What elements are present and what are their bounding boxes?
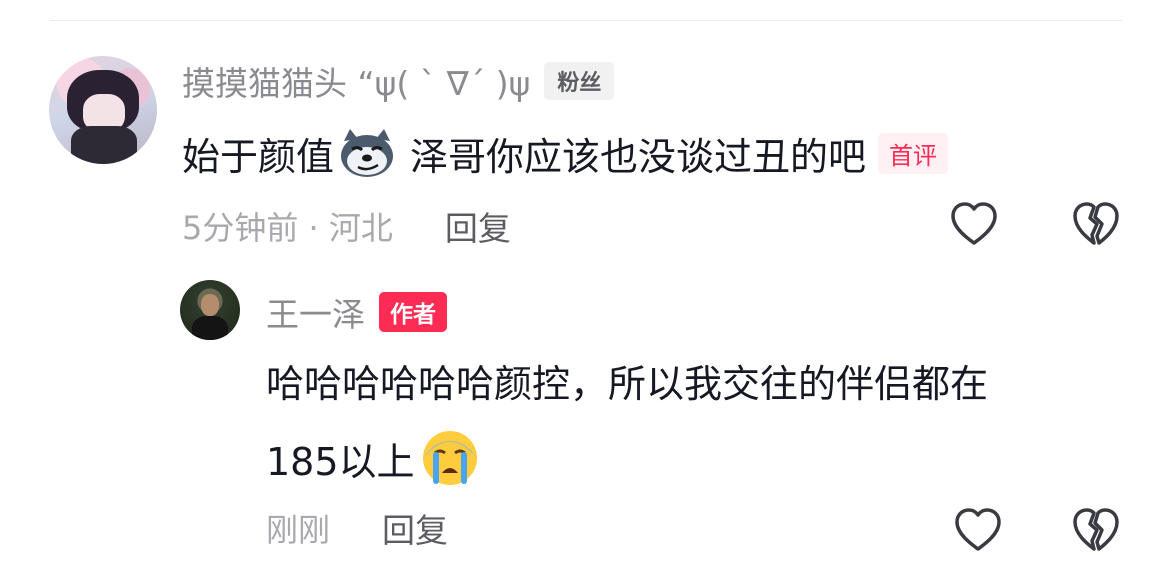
comment-text-part1: 始于颜值 bbox=[182, 134, 335, 179]
reply-header: 王一泽 作者 bbox=[266, 289, 447, 335]
author-badge: 作者 bbox=[379, 292, 447, 332]
reply-text-line2: 185以上 bbox=[266, 439, 415, 484]
top-divider bbox=[50, 20, 1122, 21]
broken-heart-icon[interactable] bbox=[1070, 200, 1122, 248]
dog-smirk-emoji-icon bbox=[341, 129, 394, 177]
loudly-crying-emoji-icon bbox=[422, 431, 477, 485]
avatar[interactable] bbox=[49, 56, 157, 164]
reply-avatar-face bbox=[201, 294, 219, 316]
time-location: 5分钟前 · 河北 bbox=[182, 209, 393, 247]
reply-avatar-shirt bbox=[192, 316, 228, 340]
reply-username[interactable]: 王一泽 bbox=[266, 288, 365, 336]
reply-reply-button[interactable]: 回复 bbox=[382, 504, 448, 552]
reply-meta: 刚刚 回复 bbox=[266, 504, 448, 552]
broken-heart-icon[interactable] bbox=[1070, 506, 1122, 554]
comment-meta: 5分钟前 · 河北 回复 bbox=[182, 202, 511, 250]
comment-header: 摸摸猫猫头 “ψ( ˋ ∇ˊ )ψ 粉丝 bbox=[182, 57, 615, 105]
heart-outline-icon[interactable] bbox=[948, 200, 1000, 248]
reply-text-line2-row: 185以上 bbox=[266, 428, 479, 488]
first-comment-badge: 首评 bbox=[878, 132, 949, 174]
heart-outline-icon[interactable] bbox=[952, 506, 1004, 554]
reply-text-line1: 哈哈哈哈哈哈颜控，所以我交往的伴侣都在 bbox=[266, 362, 989, 406]
reply-button[interactable]: 回复 bbox=[445, 202, 511, 250]
comment-text-part2: 泽哥你应该也没谈过丑的吧 bbox=[410, 134, 867, 179]
comment-text: 始于颜值 泽哥你应该也没谈过丑的吧 首评 bbox=[182, 124, 949, 182]
avatar-body bbox=[71, 126, 137, 164]
reply-avatar[interactable] bbox=[180, 280, 240, 340]
fan-badge: 粉丝 bbox=[544, 62, 615, 100]
reply-time: 刚刚 bbox=[266, 511, 331, 549]
username[interactable]: 摸摸猫猫头 “ψ( ˋ ∇ˊ )ψ bbox=[182, 57, 530, 105]
